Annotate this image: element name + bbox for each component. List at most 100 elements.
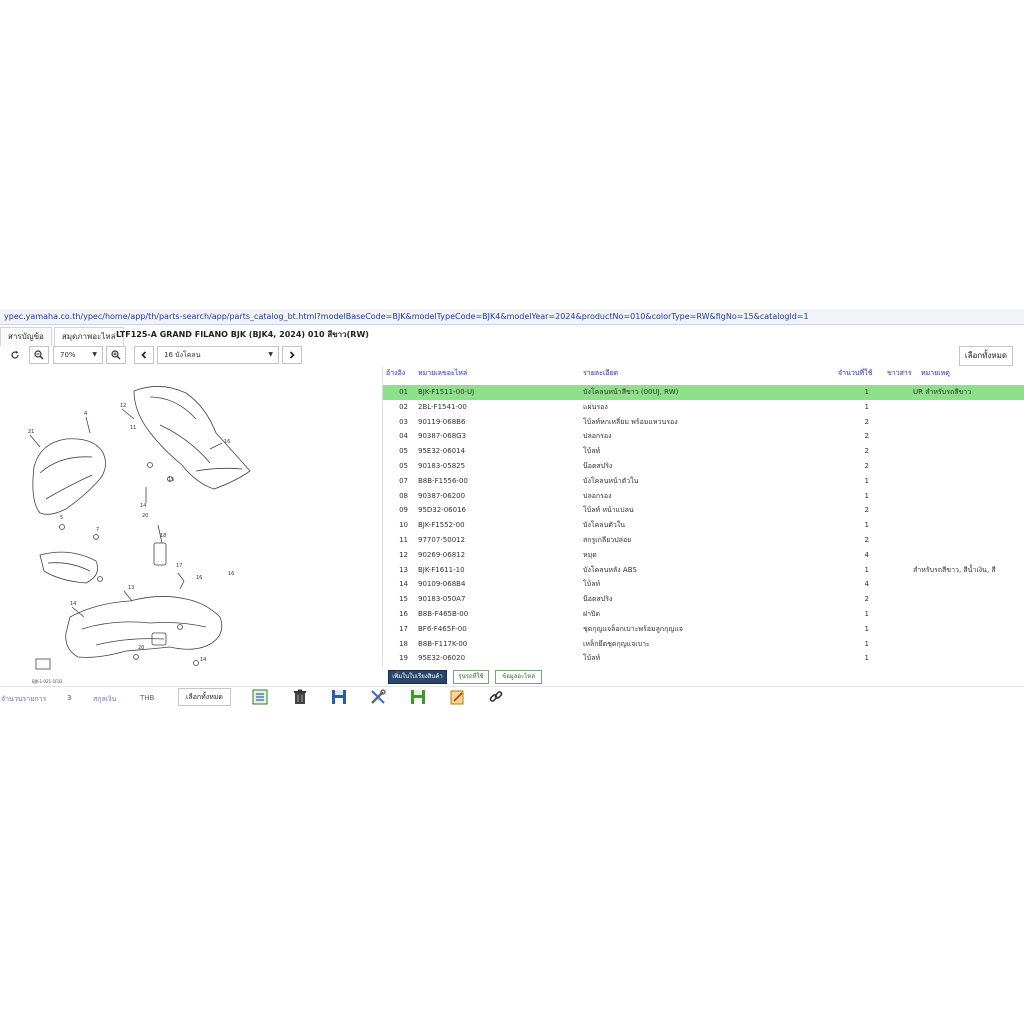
row-part-number: 2BL-F1541-00 <box>418 402 467 411</box>
refresh-icon <box>11 350 19 359</box>
model-usage-button[interactable]: รุ่นรถที่ใช้ <box>453 670 489 684</box>
table-row[interactable]: 08 90387-06200 ปลอกรอง 1 <box>383 489 1024 504</box>
prev-figure-button[interactable] <box>134 346 154 364</box>
row-ref: 05 <box>399 462 408 470</box>
row-quantity: 1 <box>864 610 869 618</box>
zoom-out-button[interactable] <box>29 346 49 364</box>
row-quantity: 4 <box>864 550 869 559</box>
order-list-button[interactable] <box>251 688 271 708</box>
row-description: โบ้ลท์ <box>583 654 601 663</box>
table-row[interactable]: 13 BJK-F1611-10 บังโคลนหลัง ABS 1 สำหรับรถสี… <box>383 563 1024 578</box>
row-ref: 12 <box>399 550 408 559</box>
row-part-number: 90109-068B4 <box>418 580 466 589</box>
row-ref: 05 <box>399 447 408 456</box>
table-row[interactable]: 10 BJK-F1552-00 บังโคลนตัวใน 1 <box>383 518 1024 533</box>
col-header-quantity[interactable]: จำนวนที่ใช้ <box>838 367 872 379</box>
figure-select[interactable]: 16 บังโคลน ▼ <box>157 346 279 364</box>
tab-bar: สารบัญข้อ สมุดภาพอะไหล่ <box>0 327 126 347</box>
delete-button[interactable] <box>291 688 311 708</box>
row-description: ปลอกรอง <box>583 491 612 500</box>
row-ref: 19 <box>399 654 408 663</box>
svg-text:13: 13 <box>128 585 134 591</box>
row-part-number: B8B-F465B-00 <box>418 610 469 618</box>
table-row[interactable]: 11 97707-50012 สกรูเกลียวปล่อย 2 <box>383 533 1024 548</box>
row-quantity: 2 <box>864 432 869 441</box>
table-row[interactable]: 12 90269-06812 หมุด 4 <box>383 548 1024 563</box>
table-row[interactable]: 17 BF6-F465F-00 ชุดกุญแจล็อกเบาะพร้อมลูกกุ… <box>383 622 1024 637</box>
select-all-button[interactable]: เลือกทั้งหมด <box>959 346 1013 366</box>
refresh-button[interactable] <box>5 346 25 364</box>
row-description: บังโคลนหลัง ABS <box>583 565 637 574</box>
row-ref: 02 <box>399 402 408 411</box>
tab-parts-book[interactable]: สมุดภาพอะไหล่ <box>53 327 124 346</box>
row-part-number: 97707-50012 <box>418 536 466 544</box>
row-quantity: 1 <box>864 476 869 485</box>
footer-select-all-button[interactable]: เลือกทั้งหมด <box>178 688 231 706</box>
col-header-note[interactable]: หมายเหตุ <box>921 367 950 379</box>
add-to-order-button[interactable]: เพิ่มในใบเรียงสินค้า <box>388 670 447 684</box>
svg-text:15: 15 <box>168 477 174 483</box>
zoom-select[interactable]: 70% ▼ <box>53 346 103 364</box>
tools-button[interactable] <box>369 688 389 708</box>
save-button[interactable] <box>330 688 350 708</box>
save-green-button[interactable] <box>409 688 429 708</box>
row-description: โบ้ลท์ <box>583 447 601 456</box>
svg-text:11: 11 <box>130 425 136 431</box>
part-info-button[interactable]: ข้อมูลอะไหล่ <box>495 670 542 684</box>
parts-table: อ้างอิง หมายเลขอะไหล่ รายละเอียด จำนวนที… <box>382 367 1024 667</box>
col-header-ref[interactable]: อ้างอิง <box>386 367 405 379</box>
row-quantity: 1 <box>864 491 869 500</box>
parts-catalog-app: ypec.yamaha.co.th/ypec/home/app/th/parts… <box>0 309 1024 709</box>
zoom-in-button[interactable] <box>106 346 126 364</box>
table-row[interactable]: 03 90119-068B6 โบ้ลท์หกเหลี่ยม พร้อมแหวนรอ… <box>383 415 1024 430</box>
currency-value: THB <box>140 694 155 702</box>
row-part-number: B8B-F1556-00 <box>418 476 468 485</box>
row-quantity: 2 <box>864 595 869 604</box>
chevron-down-icon: ▼ <box>268 351 273 358</box>
col-header-part-no[interactable]: หมายเลขอะไหล่ <box>418 367 467 379</box>
row-part-number: BJK-F1552-00 <box>418 521 465 530</box>
table-row[interactable]: 05 95E32-06014 โบ้ลท์ 2 <box>383 444 1024 459</box>
row-description: ชุดกุญแจล็อกเบาะพร้อมลูกกุญแจ <box>583 624 683 633</box>
table-row[interactable]: 09 95D32-06016 โบ้ลท์ หน้าแปลน 2 <box>383 503 1024 518</box>
row-ref: 11 <box>399 536 408 544</box>
table-row[interactable]: 07 B8B-F1556-00 บังโคลนหน้าตัวใน 1 <box>383 474 1024 489</box>
table-row[interactable]: 15 90183-050A7 น๊อตสปริง 2 <box>383 592 1024 607</box>
trash-icon <box>294 689 306 704</box>
parts-diagram[interactable]: 21 4 12 11 16 14 15 18 17 13 14 16 16 5 7 20 20 14 B… <box>0 367 382 686</box>
link-button[interactable] <box>487 688 507 708</box>
svg-text:17: 17 <box>176 563 182 569</box>
model-title: LTF125-A GRAND FILANO BJK (BJK4, 2024) 0… <box>116 330 369 339</box>
table-row[interactable]: 04 90387-068G3 ปลอกรอง 2 <box>383 429 1024 444</box>
svg-text:20: 20 <box>138 645 144 651</box>
svg-text:5: 5 <box>60 515 63 521</box>
table-row[interactable]: 02 2BL-F1541-00 แผ่นรอง 1 <box>383 400 1024 415</box>
row-part-number: 90387-06200 <box>418 491 466 500</box>
table-row[interactable]: 19 95E32-06020 โบ้ลท์ 1 <box>383 651 1024 666</box>
row-ref: 08 <box>399 491 408 500</box>
row-description: ฝาปิด <box>583 610 601 618</box>
row-description: สกรูเกลียวปล่อย <box>583 536 632 544</box>
tab-contents[interactable]: สารบัญข้อ <box>0 327 52 346</box>
next-figure-button[interactable] <box>282 346 302 364</box>
table-row[interactable]: 01 BJK-F1511-00-UJ บังโคลนหน้าสีขาว (00UJ,… <box>383 385 1024 400</box>
table-row[interactable]: 14 90109-068B4 โบ้ลท์ 4 <box>383 577 1024 592</box>
zoom-out-icon <box>34 350 44 360</box>
row-quantity: 1 <box>864 388 869 396</box>
tools-icon <box>371 689 386 704</box>
row-part-number: 90183-050A7 <box>418 595 466 604</box>
row-quantity: 4 <box>864 580 869 589</box>
address-bar[interactable]: ypec.yamaha.co.th/ypec/home/app/th/parts… <box>0 309 1024 325</box>
col-header-description[interactable]: รายละเอียด <box>583 367 618 379</box>
col-header-stock[interactable]: ขาวสาร <box>887 367 912 379</box>
svg-text:14: 14 <box>140 503 146 509</box>
chevron-right-icon <box>289 351 295 359</box>
row-quantity: 2 <box>864 447 869 456</box>
currency-label: สกุลเงิน <box>93 695 117 703</box>
table-row[interactable]: 18 B8B-F117K-00 เหล็กยึดชุดกุญแจเบาะ 1 <box>383 637 1024 652</box>
table-row[interactable]: 16 B8B-F465B-00 ฝาปิด 1 <box>383 607 1024 622</box>
edit-note-button[interactable] <box>448 688 468 708</box>
link-icon <box>489 691 503 702</box>
table-row[interactable]: 05 90183-05825 น๊อตสปริง 2 <box>383 459 1024 474</box>
svg-text:12: 12 <box>120 403 126 409</box>
